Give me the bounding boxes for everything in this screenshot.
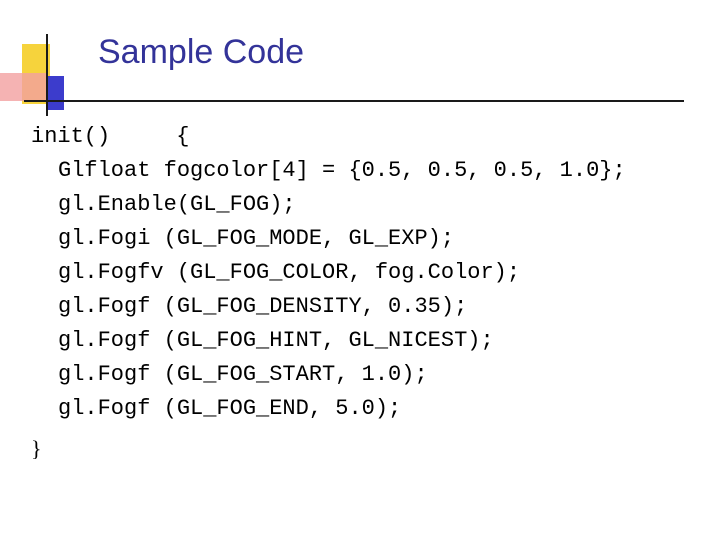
code-header-line: init() { [31,124,190,149]
code-line: gl.Fogfv (GL_FOG_COLOR, fog.Color); [58,260,521,285]
code-line: gl.Fogi (GL_FOG_MODE, GL_EXP); [58,226,455,251]
code-line: gl.Fogf (GL_FOG_END, 5.0); [58,396,402,421]
slide-title: Sample Code [98,33,305,71]
code-line: gl.Fogf (GL_FOG_DENSITY, 0.35); [58,294,468,319]
title-decoration-red-block [0,73,46,101]
title-decoration-vertical-rule [46,34,48,116]
code-line: gl.Fogf (GL_FOG_HINT, GL_NICEST); [58,328,494,353]
title-decoration-blue-block [46,76,64,110]
title-underline-rule [24,100,684,102]
code-line: gl.Fogf (GL_FOG_START, 1.0); [58,362,428,387]
code-line: Glfloat fogcolor[4] = {0.5, 0.5, 0.5, 1.… [58,158,626,183]
code-line: gl.Enable(GL_FOG); [58,192,296,217]
code-footer-line: } [31,436,42,461]
